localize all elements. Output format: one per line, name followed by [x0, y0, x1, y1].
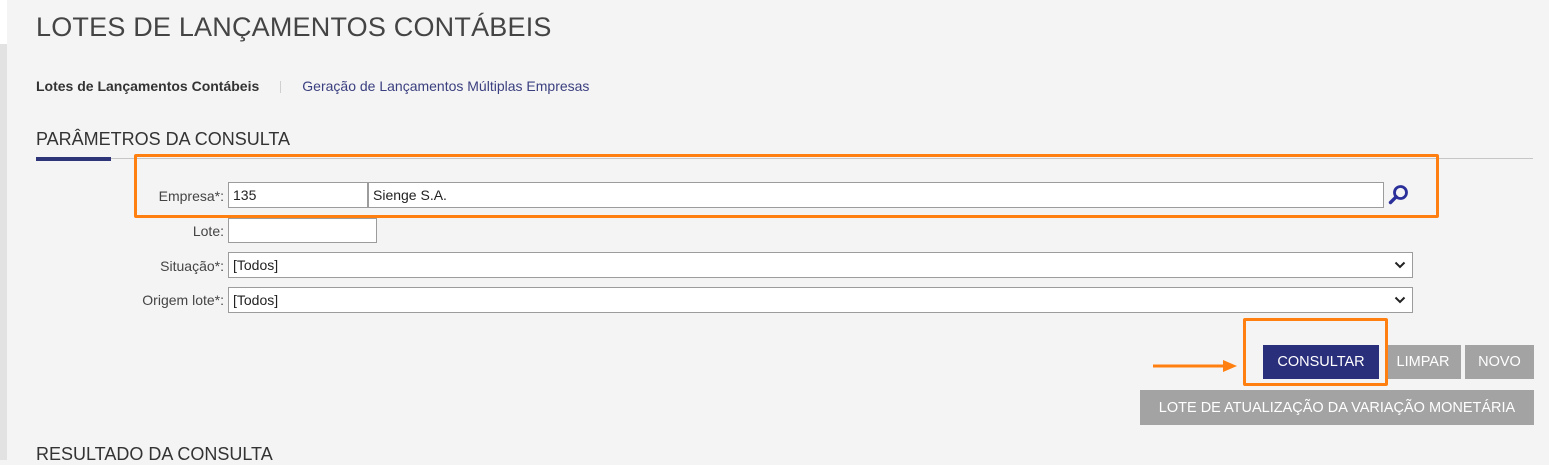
tab-lotes-lancamentos[interactable]: Lotes de Lançamentos Contábeis [36, 78, 259, 94]
empresa-highlight-box [134, 154, 1439, 218]
limpar-button[interactable]: LIMPAR [1385, 345, 1461, 379]
lote-input[interactable] [228, 218, 377, 243]
chevron-down-icon [1394, 261, 1406, 269]
tab-bar: Lotes de Lançamentos Contábeis Geração de… [36, 78, 589, 94]
orange-arrow-icon [1153, 360, 1237, 372]
origem-lote-select[interactable]: [Todos] [228, 287, 1413, 313]
consultar-highlight-box [1243, 318, 1388, 386]
origem-lote-label: Origem lote*: [142, 292, 224, 308]
novo-button[interactable]: NOVO [1465, 345, 1534, 379]
tab-separator [280, 81, 282, 94]
lote-label: Lote: [192, 223, 224, 239]
situacao-selected-value: [Todos] [233, 257, 279, 273]
page-title: LOTES DE LANÇAMENTOS CONTÁBEIS [36, 12, 552, 42]
tab-geracao-lancamentos[interactable]: Geração de Lançamentos Múltiplas Empresa… [302, 78, 589, 94]
left-edge-bar-top [0, 0, 7, 44]
chevron-down-icon [1394, 296, 1406, 304]
section-title-results: RESULTADO DA CONSULTA [36, 444, 273, 464]
situacao-select[interactable]: [Todos] [228, 252, 1413, 278]
section-underline-accent [36, 157, 111, 161]
situacao-label: Situação*: [160, 258, 224, 274]
section-title-params: PARÂMETROS DA CONSULTA [36, 129, 291, 149]
left-edge-bar [0, 0, 7, 460]
lote-atualizacao-variacao-button[interactable]: LOTE DE ATUALIZAÇÃO DA VARIAÇÃO MONETÁRI… [1140, 390, 1534, 425]
origem-lote-selected-value: [Todos] [233, 292, 279, 308]
